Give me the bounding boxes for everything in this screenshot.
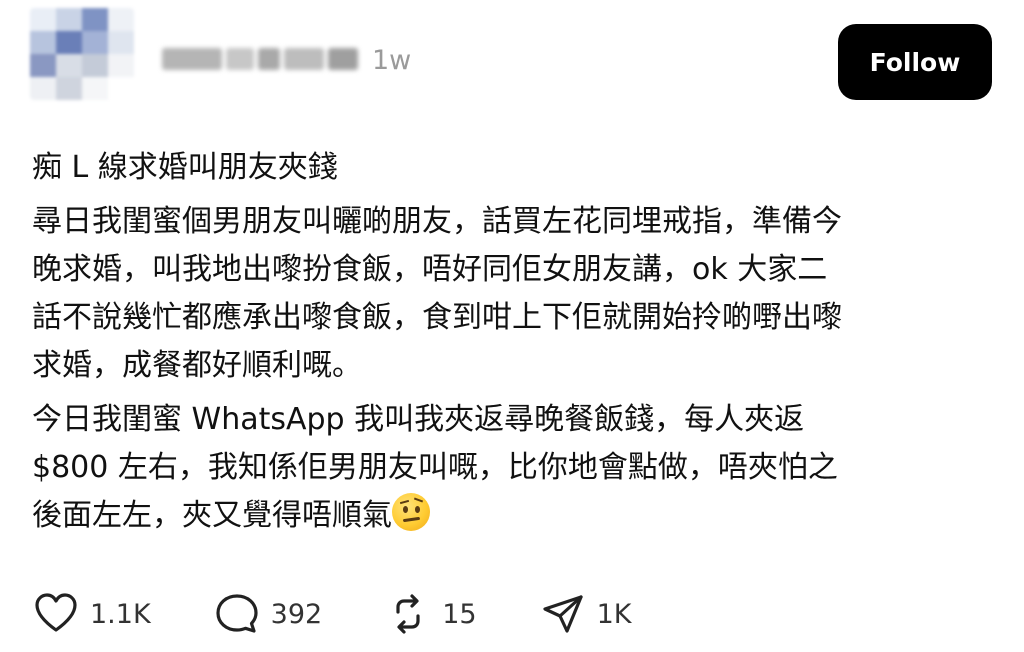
repost-count: 15 — [442, 598, 477, 630]
comment-bubble-icon — [216, 594, 258, 633]
comment-count: 392 — [270, 598, 323, 630]
post-body: 痴 L 線求婚叫朋友夾錢 尋日我閨蜜個男朋友叫曬啲朋友，話買左花同埋戒指，準備今… — [32, 144, 992, 546]
like-count: 1.1K — [90, 598, 151, 630]
post-paragraph-2: 今日我閨蜜 WhatsApp 我叫我夾返尋晚餐飯錢，每人夾返 $800 左右，我… — [32, 396, 992, 540]
follow-button[interactable]: Follow — [838, 24, 992, 100]
action-bar: 1.1K 392 15 1K — [32, 590, 693, 638]
repost-icon — [396, 594, 420, 634]
raised-eyebrow-emoji-icon — [392, 493, 430, 531]
share-button[interactable]: 1K — [539, 590, 632, 638]
comment-button[interactable]: 392 — [213, 590, 323, 638]
repost-button[interactable]: 15 — [384, 590, 477, 638]
heart-icon — [35, 593, 77, 632]
send-icon — [542, 595, 583, 633]
share-count: 1K — [596, 598, 632, 630]
post-timestamp: 1w — [372, 45, 412, 76]
post-paragraph-2-text: 今日我閨蜜 WhatsApp 我叫我夾返尋晚餐飯錢，每人夾返 $800 左右，我… — [32, 402, 838, 533]
avatar[interactable] — [30, 8, 134, 100]
post-paragraph-1: 尋日我閨蜜個男朋友叫曬啲朋友，話買左花同埋戒指，準備今 晚求婚，叫我地出嚟扮食飯… — [32, 204, 842, 383]
username-blurred[interactable] — [162, 44, 367, 74]
like-button[interactable]: 1.1K — [32, 590, 151, 638]
post-title: 痴 L 線求婚叫朋友夾錢 — [32, 150, 338, 185]
